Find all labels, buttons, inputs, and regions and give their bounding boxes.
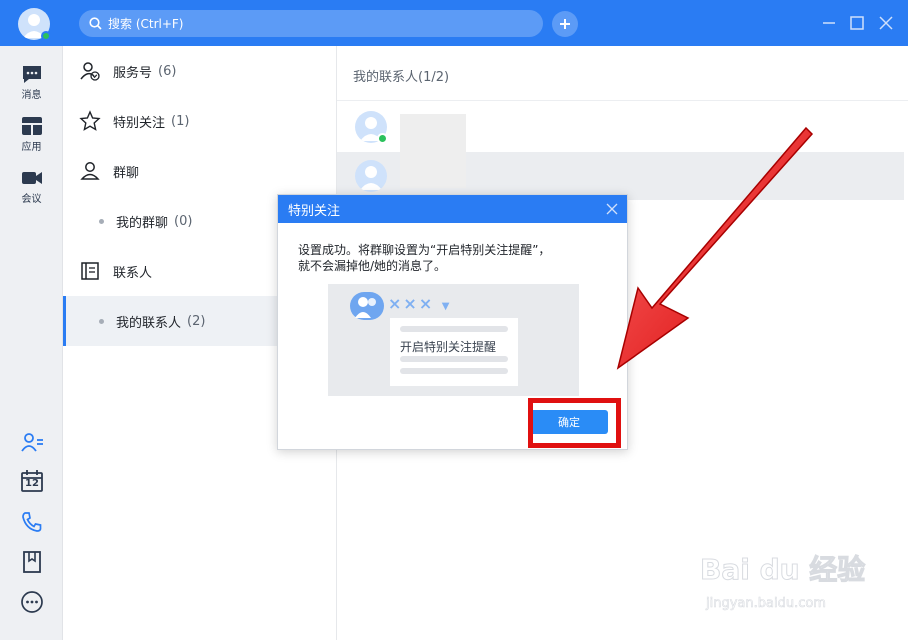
category-label: 我的群聊 — [116, 215, 169, 231]
plus-icon — [560, 19, 570, 29]
category-service[interactable]: 服务号 (6) — [63, 46, 337, 96]
star-icon — [79, 110, 101, 131]
video-icon — [21, 172, 42, 184]
rail-item-messages[interactable]: 消息 — [0, 64, 63, 101]
search-placeholder: 搜索 (Ctrl+F) — [108, 17, 184, 31]
online-status-icon — [377, 133, 388, 144]
placeholder-bar — [400, 356, 508, 362]
rail-item-apps[interactable]: 应用 — [0, 116, 63, 153]
category-label: 联系人 — [113, 265, 153, 281]
add-button[interactable] — [552, 11, 578, 37]
dialog-message: 设置成功。将群聊设置为“开启特别关注提醒”， 就不会漏掉他/她的消息了。 — [298, 242, 618, 274]
rail-item-meetings[interactable]: 会议 — [0, 168, 63, 205]
dialog-message-line: 就不会漏掉他/她的消息了。 — [298, 259, 447, 273]
search-input[interactable]: 搜索 (Ctrl+F) — [79, 10, 543, 37]
category-label: 群聊 — [113, 165, 140, 181]
dialog-title: 特别关注 — [288, 203, 341, 219]
category-count: (1) — [171, 113, 190, 129]
avatar — [355, 160, 387, 192]
illustration-name: ××× ▼ — [388, 294, 452, 313]
rail-label-meetings: 会议 — [21, 194, 42, 205]
active-indicator — [63, 296, 66, 346]
watermark-brand: Bai du 经验 — [699, 553, 866, 587]
more-icon[interactable] — [20, 590, 44, 614]
calendar-day: 12 — [25, 478, 39, 489]
apps-icon — [21, 117, 42, 135]
watermark: Bai du 经验 jingyan.baidu.com — [699, 548, 870, 618]
redacted-name-block — [400, 114, 466, 188]
category-count: (2) — [187, 313, 206, 329]
online-status-icon — [41, 31, 51, 41]
highlight-box — [528, 398, 621, 448]
illustration: ××× ▼ 开启特别关注提醒 — [328, 284, 579, 396]
watermark-url: jingyan.baidu.com — [706, 596, 827, 612]
category-label: 服务号 — [113, 65, 153, 81]
search-icon — [89, 17, 102, 30]
divider — [337, 100, 908, 101]
dialog-header: 特别关注 — [278, 195, 627, 223]
category-label: 特别关注 — [113, 115, 166, 131]
panel-title: 我的联系人(1/2) — [353, 70, 450, 85]
category-groups[interactable]: 群聊 — [63, 146, 337, 196]
dialog-message-line: 设置成功。将群聊设置为“开启特别关注提醒”， — [298, 243, 551, 257]
category-label: 我的联系人 — [116, 315, 182, 331]
rail-label-apps: 应用 — [21, 142, 42, 153]
title-bar: 搜索 (Ctrl+F) — [0, 0, 908, 46]
placeholder-bar — [400, 326, 508, 332]
category-count: (6) — [158, 63, 177, 79]
maximize-icon[interactable] — [848, 14, 866, 32]
illustration-menu: 开启特别关注提醒 — [390, 318, 518, 386]
minimize-icon[interactable] — [820, 14, 838, 32]
illustration-menu-item: 开启特别关注提醒 — [400, 340, 497, 354]
group-icon — [80, 162, 100, 180]
nav-rail: 消息 应用 会议 12 — [0, 46, 63, 640]
app-window: 搜索 (Ctrl+F) 消息 应用 会议 12 服务号 (6) 特别关注 (1)… — [0, 0, 908, 640]
annotation-arrow-icon — [616, 126, 814, 370]
bookmark-icon[interactable] — [20, 550, 44, 574]
close-icon[interactable] — [877, 14, 895, 32]
phone-icon[interactable] — [20, 510, 44, 534]
category-starred[interactable]: 特别关注 (1) — [63, 96, 337, 146]
bullet-icon — [99, 218, 104, 224]
service-icon — [80, 62, 100, 81]
placeholder-bar — [400, 368, 508, 374]
group-avatar-icon — [350, 292, 384, 320]
category-count: (0) — [174, 213, 193, 229]
message-icon — [22, 66, 41, 83]
calendar-button[interactable]: 12 — [20, 469, 44, 493]
rail-label-messages: 消息 — [21, 90, 42, 101]
contacts-icon — [81, 262, 99, 280]
bullet-icon — [99, 318, 104, 324]
add-contact-icon[interactable] — [20, 430, 44, 454]
